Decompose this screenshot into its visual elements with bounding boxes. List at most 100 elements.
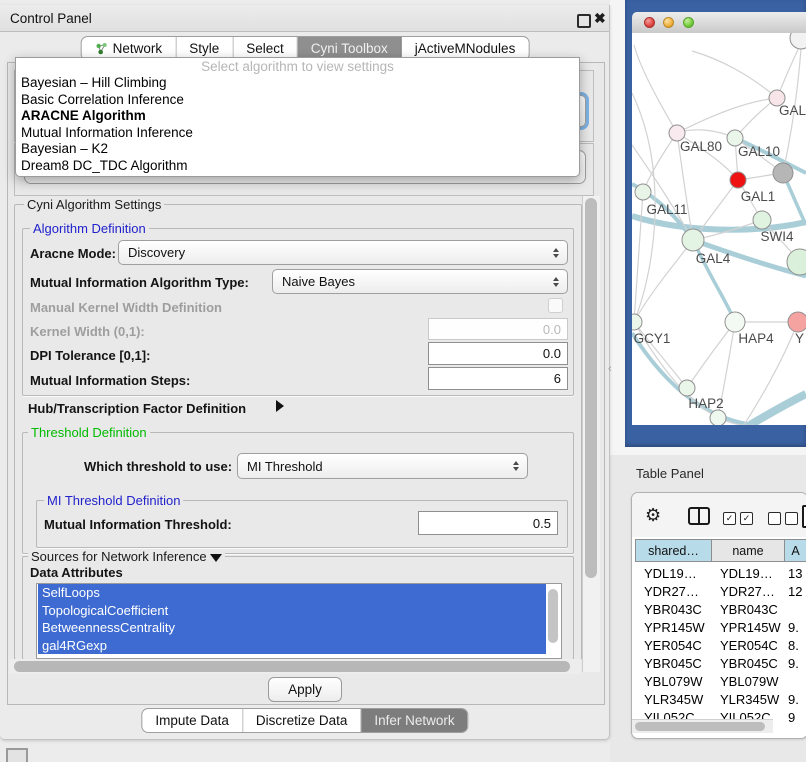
settings-gear-icon[interactable]: ⚙ xyxy=(645,506,661,524)
network-node[interactable] xyxy=(679,380,695,396)
aracne-mode-combo[interactable]: Discovery xyxy=(118,240,568,265)
attribute-item-betweennesscentrality[interactable]: BetweennessCentrality xyxy=(38,619,546,637)
algorithm-option-basic-correlation-inference[interactable]: Basic Correlation Inference xyxy=(16,92,579,109)
network-node[interactable] xyxy=(753,211,771,229)
network-icon xyxy=(95,42,108,55)
dpi-tolerance-field[interactable]: 0.0 xyxy=(428,342,568,365)
attributes-scrollbar-thumb[interactable] xyxy=(548,589,558,643)
table-row[interactable]: YPR145W YPR145W 9. xyxy=(632,620,806,638)
minimized-panel-icon[interactable] xyxy=(6,748,28,762)
mi-algorithm-type-combo[interactable]: Naive Bayes xyxy=(272,269,568,294)
table-cell: YDR27… xyxy=(720,584,775,599)
algorithm-option-aracne-algorithm[interactable]: ARACNE Algorithm xyxy=(16,108,579,125)
table-cell: YBR045C xyxy=(720,656,778,671)
new-file-icon[interactable] xyxy=(802,505,806,528)
data-attributes-label: Data Attributes xyxy=(30,565,123,580)
table-cell: YDR27… xyxy=(644,584,699,599)
node-label-gal11: GAL11 xyxy=(646,202,687,217)
combo-arrows-icon xyxy=(513,461,519,471)
network-canvas[interactable]: GAL7GAL80GAL10GAL1GAL11SWI4GAL4GCY1HAP4Y… xyxy=(632,33,806,425)
sources-title[interactable]: Sources for Network Inference xyxy=(28,549,225,564)
table-cell: 9. xyxy=(788,692,799,707)
mi-algorithm-type-label: Mutual Information Algorithm Type: xyxy=(30,275,249,290)
panel-title: Control Panel xyxy=(10,11,92,26)
tab-discretize-data[interactable]: Discretize Data xyxy=(243,709,362,732)
table-row[interactable]: YDL19…YDL19…13 xyxy=(632,566,806,584)
mi-threshold-field[interactable]: 0.5 xyxy=(418,511,558,535)
network-edge xyxy=(634,240,693,322)
network-node[interactable] xyxy=(730,172,746,188)
close-traffic-light-icon[interactable] xyxy=(644,17,655,28)
tab-impute-data[interactable]: Impute Data xyxy=(142,709,243,732)
network-node[interactable] xyxy=(682,229,704,251)
column-header-shared[interactable]: shared… xyxy=(635,539,712,562)
attribute-item-selfloops[interactable]: SelfLoops xyxy=(38,584,546,602)
mi-threshold-title: MI Threshold Definition xyxy=(44,493,183,508)
float-window-icon[interactable] xyxy=(577,14,591,28)
network-node[interactable] xyxy=(725,312,745,332)
kernel-width-field[interactable]: 0.0 xyxy=(428,318,568,340)
table-cell: 9. xyxy=(788,620,799,635)
table-row[interactable]: YBR043CYBR043C xyxy=(632,602,806,620)
table-row[interactable]: YBL079WYBL079W xyxy=(632,674,806,692)
network-edge xyxy=(634,45,677,133)
table-cell: YPR145W xyxy=(720,620,781,635)
mi-steps-field[interactable]: 6 xyxy=(428,367,568,390)
table-cell: YPR145W xyxy=(644,620,705,635)
algorithm-option-dream8-dc-tdc-algorithm[interactable]: Dream8 DC_TDC Algorithm xyxy=(16,158,579,175)
tab-label: Cyni Toolbox xyxy=(311,41,388,56)
network-node[interactable] xyxy=(790,33,806,49)
pane-splitter-grip[interactable]: ‹ xyxy=(608,363,612,375)
collapse-arrow-icon[interactable] xyxy=(210,554,222,562)
table-cell: 8. xyxy=(788,638,799,653)
attribute-item-topologicalcoefficient[interactable]: TopologicalCoefficient xyxy=(38,602,546,620)
data-attributes-list[interactable]: SelfLoopsTopologicalCoefficientBetweenne… xyxy=(36,583,562,659)
algorithm-option-mutual-information-inference[interactable]: Mutual Information Inference xyxy=(16,125,579,142)
algorithm-dropdown-popup: Select algorithm to view settings Bayesi… xyxy=(15,57,580,177)
table-horizontal-scrollbar[interactable] xyxy=(632,719,773,733)
network-node[interactable] xyxy=(773,163,793,183)
network-node[interactable] xyxy=(788,312,806,332)
deselect-all-icon[interactable] xyxy=(785,512,798,525)
tab-label: jActiveMNodules xyxy=(415,41,516,56)
combo-arrows-icon xyxy=(553,277,559,287)
tab-label: Impute Data xyxy=(155,713,229,728)
table-row[interactable]: YDR27…YDR27…12 xyxy=(632,584,806,602)
aracne-mode-label: Aracne Mode: xyxy=(30,246,116,261)
split-columns-icon[interactable] xyxy=(688,507,710,525)
network-node[interactable] xyxy=(710,410,726,425)
table-row[interactable]: YER054CYER054C8. xyxy=(632,638,806,656)
close-icon[interactable]: ✖ xyxy=(594,10,606,27)
apply-button[interactable]: Apply xyxy=(268,677,342,702)
zoom-traffic-light-icon[interactable] xyxy=(683,17,694,28)
column-header-a[interactable]: A xyxy=(785,539,806,562)
select-all-icon[interactable]: ✓ xyxy=(740,512,753,525)
which-threshold-combo[interactable]: MI Threshold xyxy=(237,453,528,479)
algorithm-option-bayesian-k2[interactable]: Bayesian – K2 xyxy=(16,141,579,158)
algorithm-option-bayesian-hill-climbing[interactable]: Bayesian – Hill Climbing xyxy=(16,75,579,92)
table-row[interactable]: YBR045CYBR045C9. xyxy=(632,656,806,674)
manual-kernel-checkbox[interactable] xyxy=(548,298,563,313)
table-cell: YDL19… xyxy=(644,566,697,581)
node-label-gcy1: GCY1 xyxy=(634,331,671,346)
settings-vertical-scrollbar-thumb[interactable] xyxy=(585,198,597,578)
node-label-gal7: GAL7 xyxy=(779,103,806,118)
network-node[interactable] xyxy=(632,314,642,330)
column-header-name[interactable]: name xyxy=(712,539,785,562)
hub-section-label[interactable]: Hub/Transcription Factor Definition xyxy=(28,401,246,416)
minimize-traffic-light-icon[interactable] xyxy=(663,17,674,28)
table-cell: YBL079W xyxy=(644,674,703,689)
table-row[interactable]: YLR345WYLR345W9. xyxy=(632,692,806,710)
settings-horizontal-scrollbar-thumb[interactable] xyxy=(14,661,570,672)
attribute-item-gal4rgexp[interactable]: gal4RGexp xyxy=(38,637,546,655)
table-horizontal-scrollbar-thumb[interactable] xyxy=(635,722,765,731)
table-cell: YER054C xyxy=(720,638,778,653)
deselect-all-icon[interactable] xyxy=(768,512,781,525)
network-node[interactable] xyxy=(635,184,651,200)
tab-infer-network[interactable]: Infer Network xyxy=(361,709,467,732)
cyni-settings-title: Cyni Algorithm Settings xyxy=(24,197,164,212)
select-all-icon[interactable]: ✓ xyxy=(723,512,736,525)
table-cell: YBR043C xyxy=(720,602,778,617)
node-label-hap2: HAP2 xyxy=(688,396,723,411)
expand-arrow-icon[interactable] xyxy=(276,400,284,412)
